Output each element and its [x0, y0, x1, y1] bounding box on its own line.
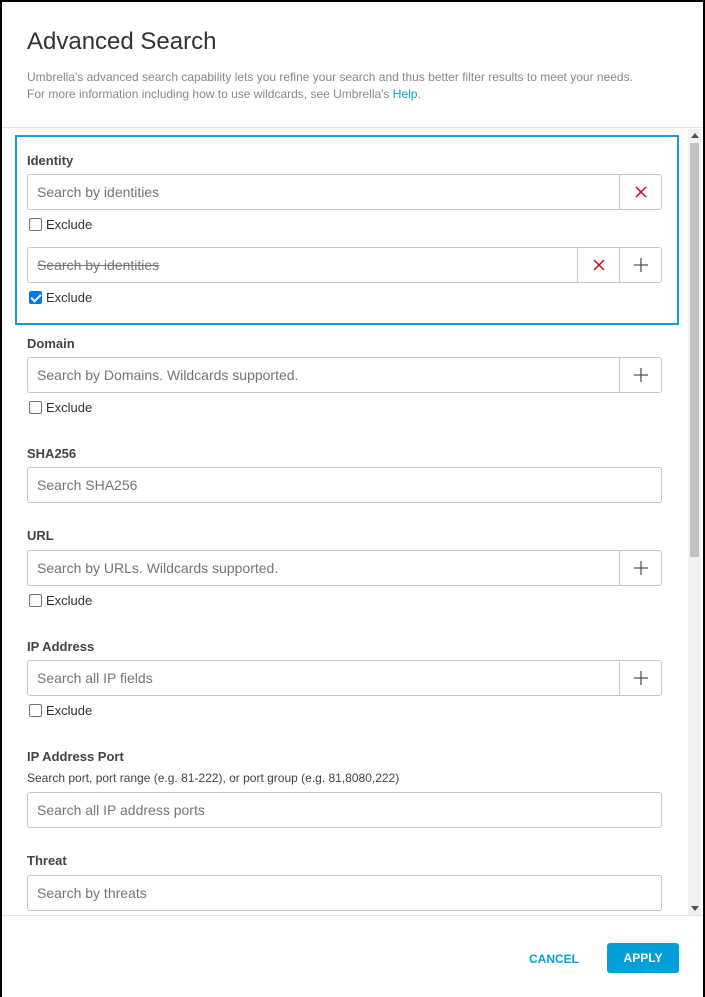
domain-exclude[interactable]: Exclude: [29, 400, 92, 415]
close-icon: [592, 259, 605, 271]
dialog-header: Advanced Search Umbrella's advanced sear…: [2, 2, 703, 128]
ip-address-label: IP Address: [27, 639, 95, 654]
ip-port-label: IP Address Port: [27, 749, 124, 764]
exclude-checkbox[interactable]: [29, 594, 42, 607]
identity-exclude-1[interactable]: Exclude: [29, 217, 92, 232]
search-form[interactable]: Identity Exclude Exclude Domain: [2, 129, 703, 915]
sha256-input[interactable]: [28, 468, 661, 502]
identity-label: Identity: [27, 153, 74, 168]
scrollbar-thumb[interactable]: [690, 143, 699, 557]
exclude-checkbox[interactable]: [29, 401, 42, 414]
ip-address-input[interactable]: [28, 661, 619, 695]
plus-icon: [633, 368, 648, 382]
advanced-search-dialog: Advanced Search Umbrella's advanced sear…: [0, 0, 705, 997]
scrollbar[interactable]: [688, 129, 701, 915]
cancel-button[interactable]: CANCEL: [521, 944, 587, 974]
ip-address-exclude[interactable]: Exclude: [29, 703, 92, 718]
exclude-label: Exclude: [46, 593, 93, 608]
identity-field-1: [27, 174, 662, 210]
exclude-checkbox-checked[interactable]: [29, 291, 42, 304]
sha256-field: [27, 467, 662, 503]
clear-button[interactable]: [577, 248, 619, 282]
exclude-checkbox[interactable]: [29, 218, 42, 231]
dialog-description: Umbrella's advanced search capability le…: [27, 69, 667, 103]
threat-field: [27, 875, 662, 911]
ip-port-hint: Search port, port range (e.g. 81-222), o…: [27, 771, 400, 785]
identity-section: [15, 135, 679, 325]
add-button[interactable]: [619, 551, 661, 585]
threat-input[interactable]: [28, 876, 661, 910]
scroll-down-icon[interactable]: [691, 906, 699, 911]
ip-address-field: [27, 660, 662, 696]
domain-field: [27, 357, 662, 393]
exclude-label: Exclude: [46, 703, 93, 718]
threat-label: Threat: [27, 853, 67, 868]
dialog-title: Advanced Search: [27, 28, 217, 55]
identity-input-2[interactable]: [28, 248, 577, 282]
add-button[interactable]: [619, 661, 661, 695]
identity-field-2: [27, 247, 662, 283]
plus-icon: [633, 671, 648, 685]
exclude-label: Exclude: [46, 290, 93, 305]
url-field: [27, 550, 662, 586]
plus-icon: [633, 561, 648, 575]
identity-input-1[interactable]: [28, 175, 619, 209]
help-link[interactable]: Help: [393, 87, 418, 101]
ip-port-input[interactable]: [28, 793, 661, 827]
description-line-2: For more information including how to us…: [27, 87, 393, 101]
exclude-label: Exclude: [46, 400, 93, 415]
url-label: URL: [27, 528, 54, 543]
scroll-up-icon[interactable]: [691, 133, 699, 138]
identity-exclude-2[interactable]: Exclude: [29, 290, 92, 305]
domain-input[interactable]: [28, 358, 619, 392]
plus-icon: [633, 258, 648, 272]
description-period: .: [417, 87, 421, 101]
dialog-footer: CANCEL APPLY: [2, 915, 703, 997]
ip-port-field: [27, 792, 662, 828]
exclude-checkbox[interactable]: [29, 704, 42, 717]
url-exclude[interactable]: Exclude: [29, 593, 92, 608]
sha256-label: SHA256: [27, 446, 77, 461]
close-icon: [634, 186, 647, 198]
exclude-label: Exclude: [46, 217, 93, 232]
url-input[interactable]: [28, 551, 619, 585]
add-button[interactable]: [619, 248, 661, 282]
clear-button[interactable]: [619, 175, 661, 209]
domain-label: Domain: [27, 336, 75, 351]
add-button[interactable]: [619, 358, 661, 392]
apply-button[interactable]: APPLY: [607, 943, 679, 973]
description-line-1: Umbrella's advanced search capability le…: [27, 70, 633, 84]
